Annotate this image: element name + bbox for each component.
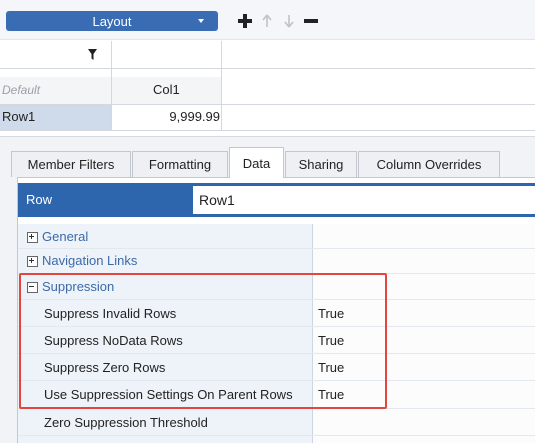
column-header-label: Col1 [153, 82, 180, 97]
default-label: Default [2, 83, 41, 97]
expand-icon [27, 256, 38, 267]
filter-cell[interactable] [0, 41, 111, 68]
group-label: Navigation Links [42, 253, 138, 268]
minus-icon [304, 19, 318, 23]
move-up-button[interactable] [257, 11, 277, 31]
grid-divider [111, 41, 112, 130]
data-cell[interactable]: 9,999.99 [111, 105, 222, 130]
column-header[interactable]: Col1 [111, 77, 222, 104]
layout-dropdown-label: Layout [92, 13, 132, 29]
tab-formatting[interactable]: Formatting [132, 151, 228, 177]
tab-member-filters[interactable]: Member Filters [11, 151, 131, 177]
group-general[interactable]: General [18, 226, 312, 248]
chevron-down-icon [198, 19, 204, 23]
plus-icon [238, 14, 252, 28]
tab-label: Member Filters [27, 157, 115, 172]
empty-header-cell [111, 41, 222, 68]
grid-divider [0, 104, 535, 105]
tab-label: Column Overrides [376, 157, 482, 172]
row-separator [18, 435, 535, 436]
grid-divider [0, 68, 535, 69]
grid-divider [0, 130, 535, 131]
row-header-label: Row1 [2, 109, 36, 124]
property-name: Zero Suppression Threshold [44, 415, 208, 430]
tab-label: Data [242, 155, 271, 171]
row-name-bar: Row Row1 [18, 183, 535, 217]
suppression-highlight-box [19, 273, 387, 409]
row-key-label: Row [26, 192, 53, 207]
tab-label: Sharing [298, 157, 344, 172]
arrow-up-icon [262, 14, 272, 27]
tab-label: Formatting [148, 157, 212, 172]
move-down-button[interactable] [279, 11, 299, 31]
remove-button[interactable] [301, 11, 321, 31]
tab-column-overrides[interactable]: Column Overrides [358, 151, 500, 177]
corner-cell: Default [0, 77, 111, 104]
tab-data[interactable]: Data [229, 147, 284, 178]
row-separator [18, 248, 535, 249]
group-navigation-links[interactable]: Navigation Links [18, 250, 312, 272]
row-header-cell[interactable]: Row1 [0, 105, 111, 130]
arrow-down-icon [284, 15, 294, 28]
expand-icon [27, 232, 38, 243]
data-cell-value: 9,999.99 [169, 109, 220, 124]
property-row[interactable]: Zero Suppression Threshold [18, 411, 535, 435]
layout-dropdown[interactable]: Layout [6, 11, 218, 31]
group-label: General [42, 229, 89, 244]
grid-divider [221, 41, 222, 130]
filter-icon [88, 49, 97, 60]
tab-sharing[interactable]: Sharing [285, 151, 357, 177]
add-button[interactable] [235, 11, 255, 31]
row-name-field[interactable]: Row1 [193, 186, 535, 214]
